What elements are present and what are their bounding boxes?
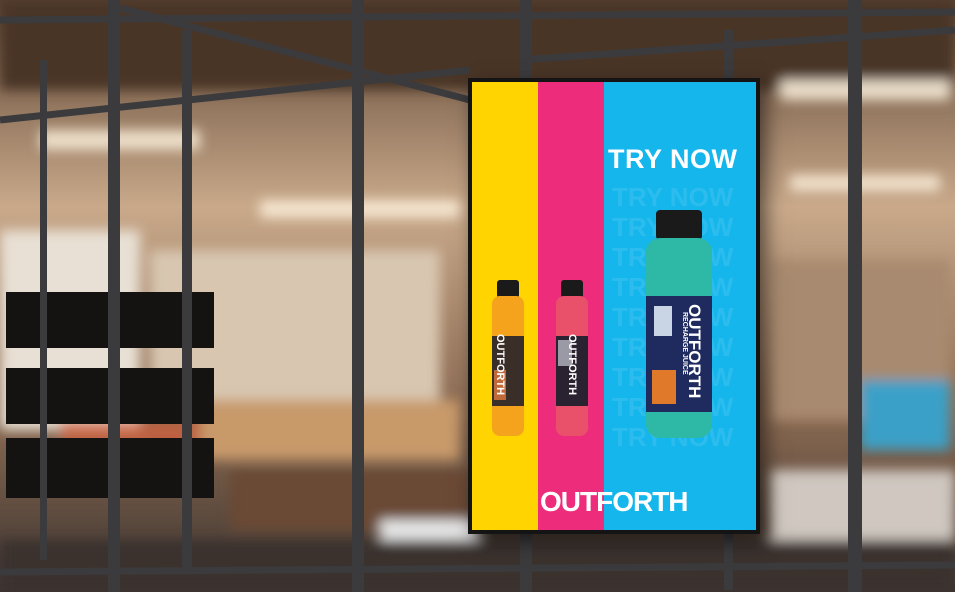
ad-screen: TRY NOW TRY NOW TRY NOW TRY NOW TRY NOW … — [472, 82, 756, 530]
bottle-orange-brand: OUTFORTH — [494, 334, 506, 396]
bottle-red-brand: OUTFORTH — [566, 334, 578, 396]
store-scene: TRY NOW TRY NOW TRY NOW TRY NOW TRY NOW … — [0, 0, 955, 592]
bottle-teal-subtitle: RECHARGE JUICE — [681, 312, 688, 375]
bottle-teal — [646, 210, 712, 438]
digital-signage-display: TRY NOW TRY NOW TRY NOW TRY NOW TRY NOW … — [468, 78, 760, 534]
bottle-orange — [492, 280, 524, 436]
brand-wordmark: OUTFORTH — [540, 486, 689, 517]
headline: TRY NOW — [608, 144, 738, 174]
